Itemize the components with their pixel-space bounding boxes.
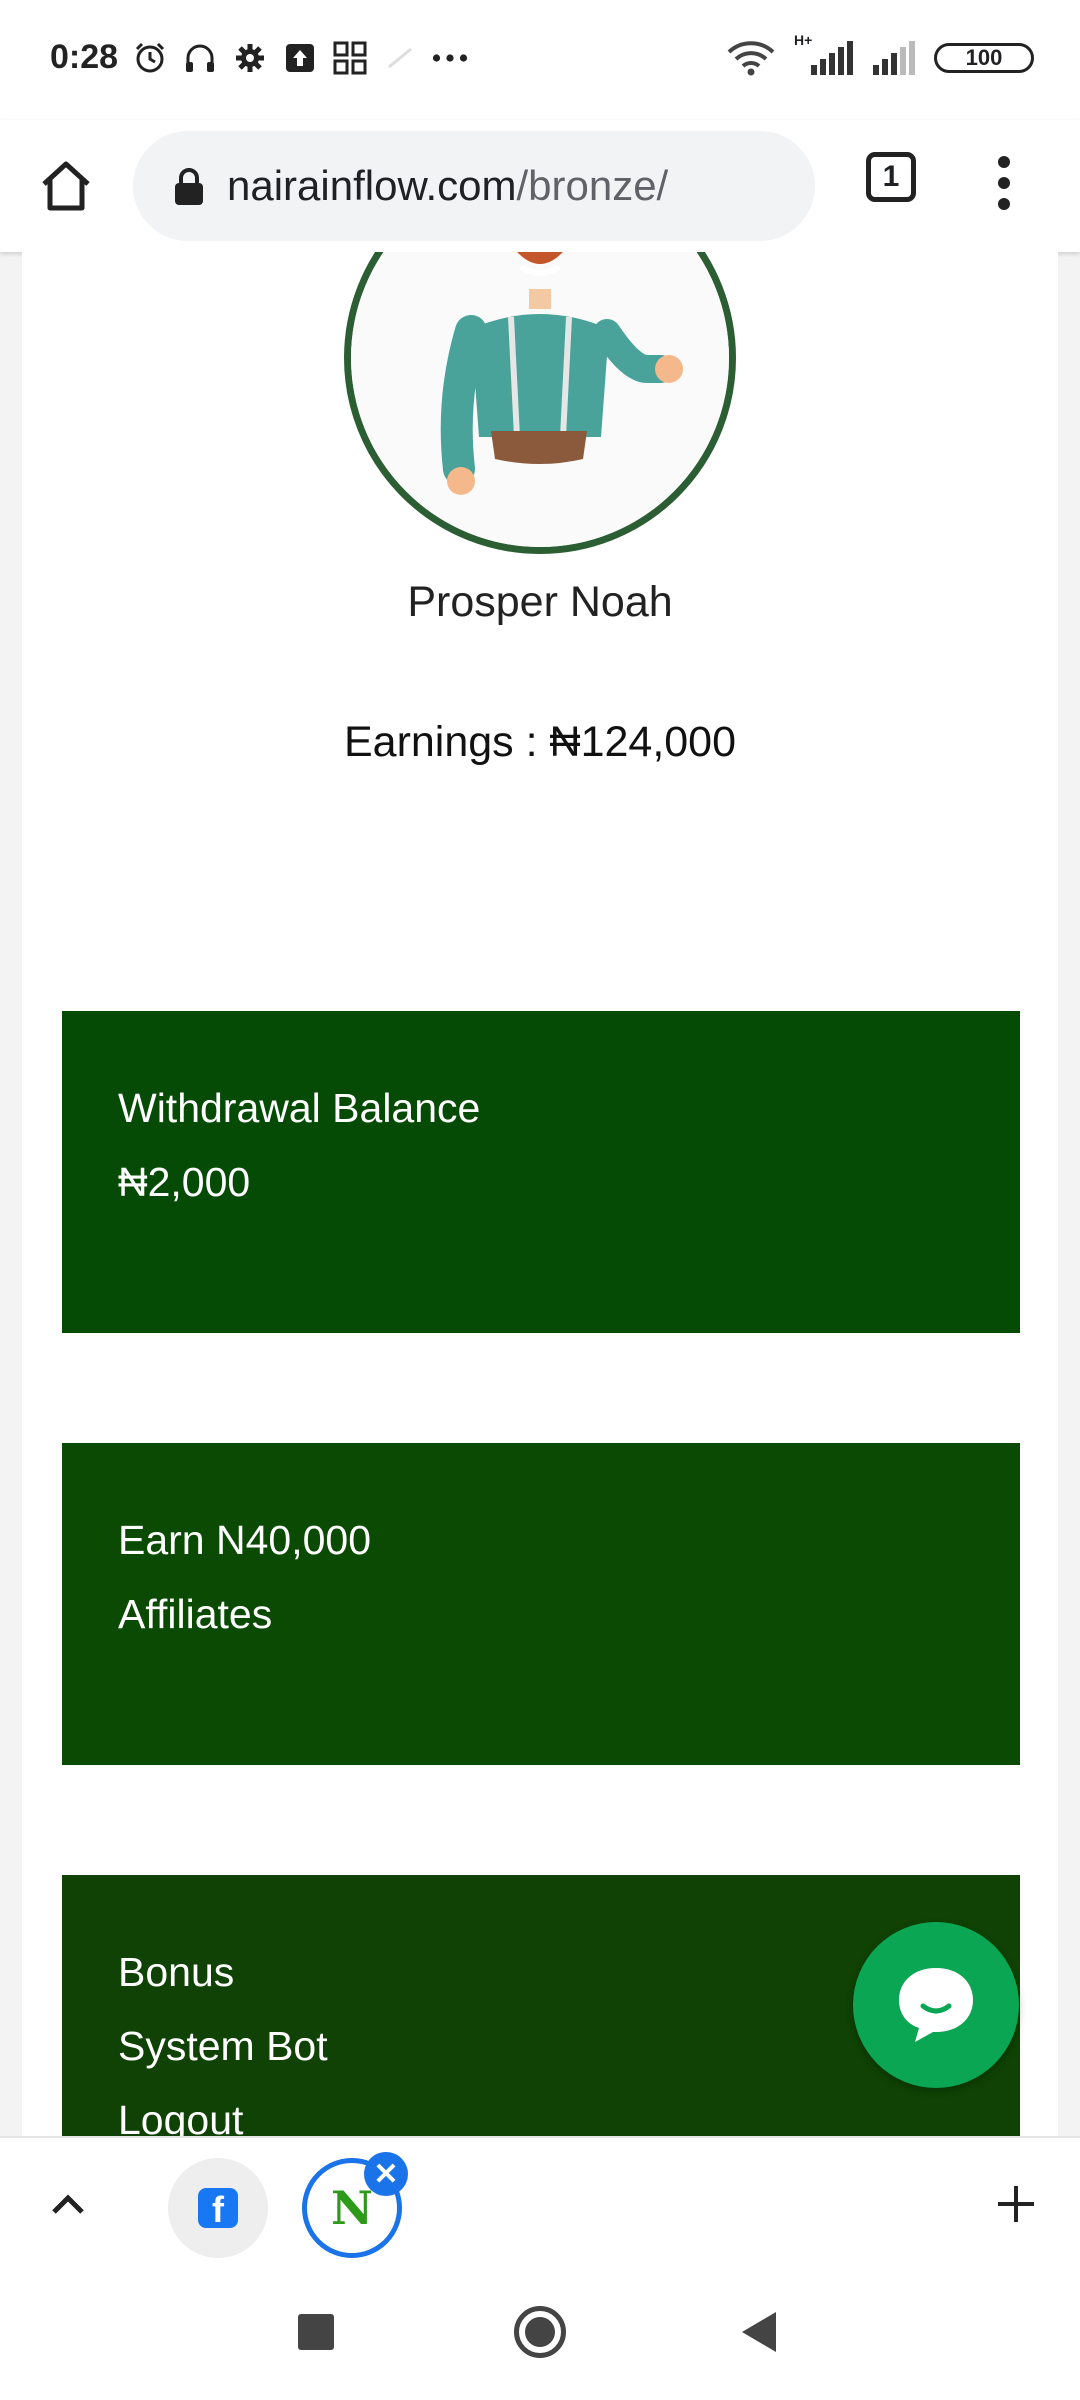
- affiliates-card[interactable]: Earn N40,000 Affiliates: [62, 1443, 1020, 1765]
- plus-icon: [998, 2186, 1034, 2222]
- tab-switcher-button[interactable]: 1: [866, 152, 916, 202]
- back-button[interactable]: [742, 2312, 776, 2352]
- close-tab-button[interactable]: ✕: [364, 2152, 408, 2196]
- battery-indicator: 100: [934, 43, 1034, 73]
- menu-dot: [998, 156, 1010, 168]
- tab-facebook[interactable]: f: [168, 2158, 268, 2258]
- page-content: Prosper Noah Earnings : ₦124,000 Withdra…: [22, 252, 1058, 2136]
- more-dots-icon: [432, 40, 468, 76]
- card-title: Earn N40,000: [118, 1517, 372, 1563]
- home-button[interactable]: [30, 150, 102, 222]
- app-grid-icon: [332, 40, 368, 76]
- card-subtitle: Affiliates: [118, 1591, 273, 1637]
- new-tab-button[interactable]: [986, 2174, 1046, 2234]
- browser-toolbar: nairainflow.com/bronze/ 1: [0, 120, 1080, 252]
- menu-item-system-bot[interactable]: System Bot: [118, 2009, 964, 2083]
- status-time: 0:28: [50, 38, 119, 76]
- menu-dot: [998, 177, 1010, 189]
- status-icons-right: H+ 100: [726, 32, 1034, 76]
- home-icon: [42, 161, 90, 211]
- signal-icon: [872, 40, 916, 76]
- home-nav-button[interactable]: [514, 2306, 566, 2358]
- gear-icon: [232, 40, 268, 76]
- menu-item-bonus[interactable]: Bonus: [118, 1935, 964, 2009]
- card-value: ₦2,000: [118, 1159, 251, 1205]
- user-name: Prosper Noah: [407, 578, 673, 626]
- chevron-up-icon: [52, 2194, 84, 2214]
- alarm-icon: [132, 40, 168, 76]
- earnings-total: Earnings : ₦124,000: [343, 718, 737, 766]
- browser-menu-button[interactable]: [976, 148, 1032, 218]
- recents-button[interactable]: [298, 2314, 334, 2350]
- network-type-label: H+: [794, 32, 813, 48]
- avatar: [344, 252, 736, 554]
- url-domain: nairainflow.com: [227, 162, 517, 209]
- lock-icon: [169, 162, 209, 210]
- url-text[interactable]: nairainflow.com/bronze/: [227, 162, 668, 210]
- url-path: /bronze/: [516, 162, 669, 209]
- status-bar: 0:28 H+ 100: [0, 0, 1080, 120]
- chat-button[interactable]: [853, 1922, 1019, 2088]
- upload-icon: [282, 40, 318, 76]
- system-nav-bar: [0, 2272, 1080, 2400]
- notification-faded-icon: [382, 40, 418, 76]
- wifi-icon: [726, 40, 776, 76]
- withdrawal-balance-card[interactable]: Withdrawal Balance ₦2,000: [62, 1011, 1020, 1333]
- headphones-icon: [182, 40, 218, 76]
- chat-bubble-icon: [899, 1968, 973, 2042]
- menu-item-logout[interactable]: Logout: [118, 2083, 964, 2136]
- menu-dot: [998, 198, 1010, 210]
- bottom-tab-strip: f N ✕: [0, 2136, 1080, 2274]
- address-bar[interactable]: nairainflow.com/bronze/: [133, 131, 815, 241]
- expand-tabs-button[interactable]: [40, 2176, 96, 2232]
- home-dot: [525, 2317, 555, 2347]
- signal-icon: H+: [794, 32, 854, 76]
- status-icons-left: [132, 40, 468, 76]
- facebook-icon: f: [198, 2188, 238, 2228]
- card-title: Withdrawal Balance: [118, 1085, 481, 1131]
- person-illustration: [351, 252, 729, 547]
- nairainflow-favicon-icon: N: [330, 2181, 374, 2235]
